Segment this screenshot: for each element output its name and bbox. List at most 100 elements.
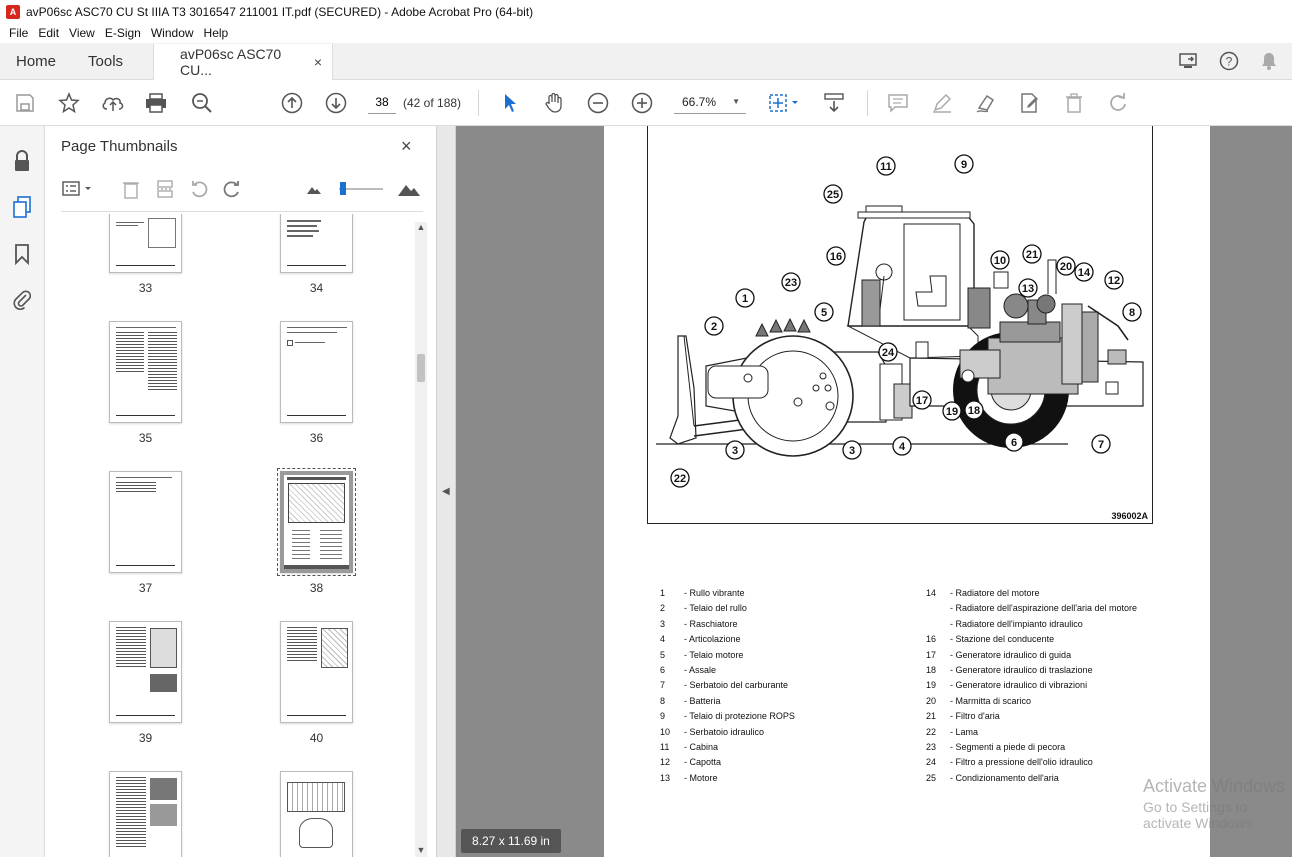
callout-label: 1: [742, 293, 748, 305]
thumbnail-options-icon[interactable]: [61, 178, 97, 200]
thumbnail-page-42[interactable]: [280, 771, 353, 857]
page-fit-icon[interactable]: [766, 91, 802, 115]
collapse-arrow-icon[interactable]: ◀: [442, 486, 450, 497]
delete-icon[interactable]: [1062, 91, 1086, 115]
legend-number: 16: [926, 634, 937, 645]
thumbnail-page-35[interactable]: [109, 321, 182, 423]
figure-callout: 7: [1091, 434, 1111, 454]
legend-text: - Articolazione: [684, 634, 741, 645]
menu-edit[interactable]: Edit: [33, 26, 64, 40]
save-icon[interactable]: [13, 91, 37, 115]
menu-help[interactable]: Help: [199, 26, 234, 40]
zoom-in-icon[interactable]: [630, 91, 654, 115]
document-view[interactable]: 1 2 3 3 4 5 6 7 8 9 10 11 12 13 14 16 17 18 19 20 21 22 23 24 25…: [456, 126, 1292, 857]
help-icon[interactable]: ?: [1218, 50, 1240, 72]
thumbnail-page-39[interactable]: [109, 621, 182, 723]
menu-window[interactable]: Window: [146, 26, 199, 40]
tab-document[interactable]: avP06sc ASC70 CU... ×: [153, 44, 334, 80]
callout-label: 25: [827, 189, 839, 201]
bookmarks-icon[interactable]: [11, 243, 33, 265]
zoom-out-icon[interactable]: [586, 91, 610, 115]
scroll-up-icon[interactable]: ▲: [415, 222, 427, 234]
chevron-down-icon: ▼: [732, 97, 740, 106]
legend-text: - Radiatore del motore: [950, 588, 1040, 598]
legend-text: - Radiatore dell'impianto idraulico: [950, 618, 1083, 629]
figure-callout: 1: [735, 288, 755, 308]
legend-text: - Radiatore dell'aspirazione dell'aria d…: [950, 603, 1138, 614]
print-icon[interactable]: [144, 91, 168, 115]
delete-pages-icon[interactable]: [120, 178, 142, 200]
upload-cloud-icon[interactable]: [101, 91, 125, 115]
thumbnail-page-38[interactable]: [277, 468, 356, 576]
rotate-left-icon[interactable]: [188, 178, 210, 200]
thumbnail-page-41[interactable]: [109, 771, 182, 857]
thumbnail-page-40[interactable]: [280, 621, 353, 723]
legend-text: - Segmenti a piede di pecora: [950, 742, 1066, 752]
redo-icon[interactable]: [1106, 91, 1130, 115]
figure-callout: 17: [912, 390, 932, 410]
bookmark-star-icon[interactable]: [57, 91, 81, 115]
zoom-dropdown[interactable]: 66.7% ▼: [674, 90, 746, 114]
menu-bar: File Edit View E-Sign Window Help: [0, 23, 1292, 43]
large-thumbnails-icon[interactable]: [396, 178, 422, 200]
thumbnail-page-34[interactable]: [280, 214, 353, 273]
callout-label: 21: [1026, 249, 1038, 261]
thumbnail-page-33[interactable]: [109, 214, 182, 273]
tab-home[interactable]: Home: [0, 43, 72, 79]
scrollbar-thumb[interactable]: [417, 354, 425, 382]
scroll-mode-icon[interactable]: [822, 91, 846, 115]
attachments-icon[interactable]: [11, 288, 33, 310]
panel-collapse-handle[interactable]: ◀: [436, 126, 456, 857]
figure-callout: 8: [1122, 302, 1142, 322]
figure-callout: 21: [1022, 244, 1042, 264]
figure-callout: 18: [964, 400, 984, 420]
thumbnail-page-37[interactable]: [109, 471, 182, 573]
menu-view[interactable]: View: [64, 26, 100, 40]
figure-callout: 6: [1004, 432, 1024, 452]
rotate-right-icon[interactable]: [221, 178, 243, 200]
highlight-pen-icon[interactable]: [930, 91, 954, 115]
previous-page-icon[interactable]: [280, 91, 304, 115]
page-number-input[interactable]: [368, 90, 396, 114]
panel-close-icon[interactable]: ×: [401, 136, 412, 157]
legend-number: 24: [926, 757, 937, 768]
tab-tools[interactable]: Tools: [72, 43, 139, 79]
legend-number: 9: [660, 711, 666, 722]
thumbnails-scrollbar[interactable]: ▲ ▼: [415, 222, 427, 857]
select-cursor-icon[interactable]: [498, 91, 522, 115]
sign-icon[interactable]: [974, 91, 998, 115]
share-screen-icon[interactable]: [1178, 50, 1200, 72]
comment-icon[interactable]: [886, 91, 910, 115]
callout-label: 14: [1078, 267, 1091, 279]
zoom-search-icon[interactable]: [190, 91, 214, 115]
thumbnails-list: 33 34 35 36 37 38 39 40: [45, 214, 415, 857]
callout-label: 17: [916, 395, 928, 407]
thumbnail-size-slider[interactable]: [337, 178, 385, 200]
legend-text: - Batteria: [684, 695, 721, 706]
toolbar-divider: [478, 90, 479, 116]
callout-label: 7: [1098, 439, 1104, 451]
legend-text: - Marmitta di scarico: [950, 695, 1032, 706]
small-thumbnails-icon[interactable]: [303, 178, 325, 200]
thumbnail-label: 39: [138, 731, 153, 745]
legend-number: 4: [660, 634, 666, 645]
tab-close-icon[interactable]: ×: [314, 54, 322, 70]
thumbnail-label: 38: [309, 581, 324, 595]
legend-number: 5: [660, 649, 666, 660]
notification-bell-icon[interactable]: [1258, 50, 1280, 72]
extract-pages-icon[interactable]: [154, 178, 176, 200]
page-thumbnails-icon[interactable]: [11, 196, 33, 218]
menu-file[interactable]: File: [4, 26, 33, 40]
legend-text: - Filtro d'aria: [950, 711, 1000, 722]
legend-text: - Lama: [950, 726, 979, 737]
scroll-down-icon[interactable]: ▼: [415, 845, 427, 857]
edit-document-icon[interactable]: [1018, 91, 1042, 115]
hand-tool-icon[interactable]: [542, 91, 566, 115]
menu-esign[interactable]: E-Sign: [100, 26, 146, 40]
next-page-icon[interactable]: [324, 91, 348, 115]
thumbnail-label: 33: [138, 281, 153, 295]
lock-icon[interactable]: [11, 150, 33, 172]
figure-callout: 10: [990, 250, 1010, 270]
legend-number: 18: [926, 665, 937, 675]
thumbnail-page-36[interactable]: [280, 321, 353, 423]
